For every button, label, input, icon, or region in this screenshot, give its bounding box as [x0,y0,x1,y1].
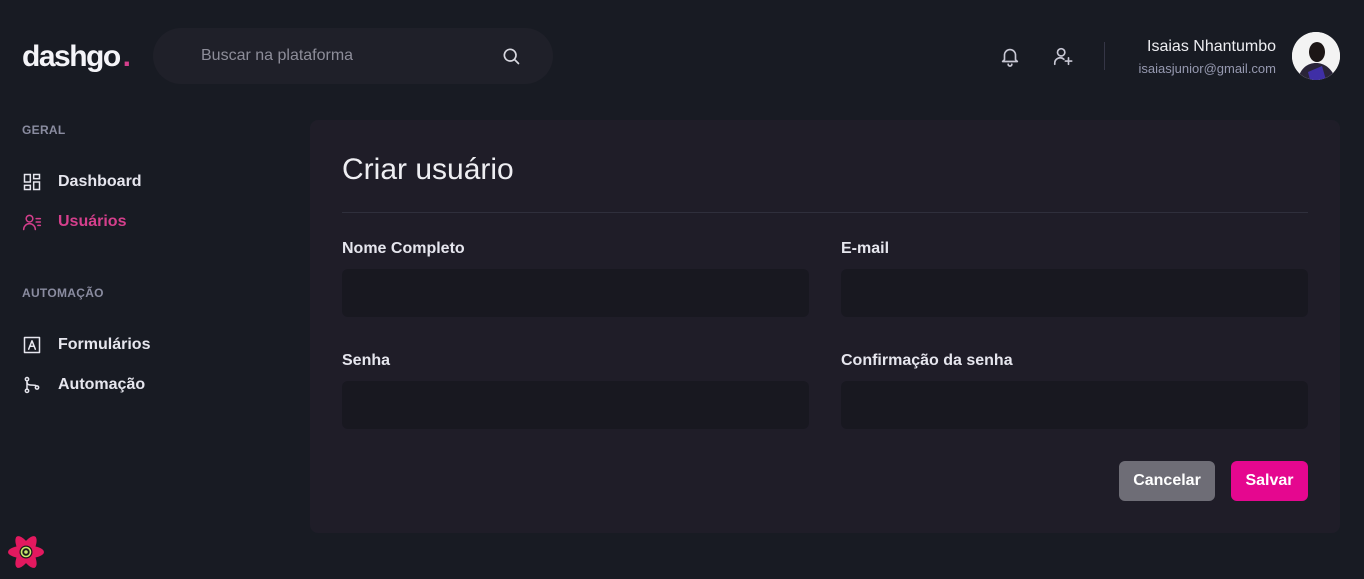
password-label: Senha [342,352,391,369]
password-confirmation-label: Confirmação da senha [841,352,1013,369]
sidebar-item-formularios[interactable]: Formulários [22,333,150,357]
logo-dot: . [122,40,131,73]
git-branch-icon [24,376,40,394]
email-field[interactable] [841,269,1308,317]
header-divider [1104,42,1105,70]
save-button[interactable]: Salvar [1231,461,1308,501]
name-label: Nome Completo [342,240,465,257]
logo[interactable]: dashgo. [22,38,131,76]
page-title: Criar usuário [342,153,514,186]
user-email: isaiasjunior@gmail.com [1138,61,1276,76]
react-icon[interactable] [6,534,46,570]
user-plus-icon[interactable] [1052,45,1074,67]
create-user-card: Criar usuário Nome Completo E-mail Senha… [310,120,1340,533]
avatar[interactable] [1292,32,1340,80]
search-icon[interactable] [501,46,521,66]
section-title-automacao: AUTOMAÇÃO [22,286,104,300]
cancel-button[interactable]: Cancelar [1119,461,1215,501]
sidebar-item-label: Usuários [58,213,127,230]
email-label: E-mail [841,240,890,257]
form-icon [23,336,41,354]
bell-icon[interactable] [999,45,1021,67]
sidebar-item-automacao[interactable]: Automação [22,373,145,397]
sidebar-item-usuarios[interactable]: Usuários [22,210,126,234]
section-title-geral: GERAL [22,123,66,137]
logo-text: dashgo [22,40,121,73]
search-bar[interactable] [153,28,553,84]
sidebar-item-label: Automação [58,376,146,393]
password-confirmation-field[interactable] [841,381,1308,429]
app-root: dashgo. Isaias Nhantumbo isaiasjunior@gm… [0,0,1364,579]
sidebar-item-dashboard[interactable]: Dashboard [22,170,142,194]
name-field[interactable] [342,269,809,317]
divider [342,212,1308,213]
users-icon [22,214,42,231]
password-field[interactable] [342,381,809,429]
sidebar-item-label: Formulários [58,336,151,353]
search-input[interactable] [201,47,501,65]
user-name: Isaias Nhantumbo [1147,38,1276,55]
dashboard-icon [23,173,41,191]
sidebar-item-label: Dashboard [58,173,142,190]
